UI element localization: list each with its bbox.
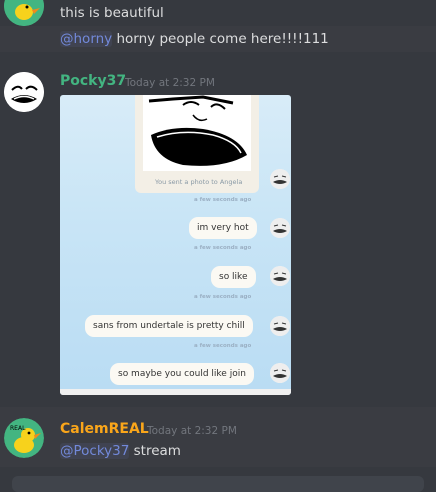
chat-bubble: sans from undertale is pretty chill xyxy=(85,315,253,337)
rage-face-image xyxy=(143,95,251,171)
photo-preview: You sent a photo to Angela xyxy=(135,95,259,193)
message-text: this is beautiful xyxy=(60,5,164,21)
duck-avatar[interactable] xyxy=(4,0,44,26)
username[interactable]: Pocky37 xyxy=(60,73,126,89)
rage-face-drawing xyxy=(143,95,251,171)
chat-bubble: so like xyxy=(211,266,256,288)
rage-face-icon xyxy=(4,72,44,112)
embed-footer-bar xyxy=(60,389,291,395)
avatar-label: REAL xyxy=(10,425,26,432)
chat-bubble: so maybe you could like join xyxy=(110,363,254,385)
duck-icon: REAL xyxy=(4,418,44,458)
contact-avatar xyxy=(270,363,290,383)
chat-bubble: im very hot xyxy=(189,217,257,239)
rage-face-icon xyxy=(270,316,290,336)
photo-caption: You sent a photo to Angela xyxy=(155,178,243,186)
time-ago: a few seconds ago xyxy=(194,343,252,349)
timestamp: Today at 2:32 PM xyxy=(125,77,215,89)
rage-face-icon xyxy=(270,218,290,238)
message-text-body: stream xyxy=(129,443,181,459)
message-text-body: horny people come here!!!!111 xyxy=(112,31,329,47)
contact-avatar xyxy=(270,266,290,286)
message-text-mention-line: @Pocky37 stream xyxy=(60,443,181,459)
duck-avatar[interactable]: REAL xyxy=(4,418,44,458)
time-ago: a few seconds ago xyxy=(194,294,252,300)
message-input[interactable] xyxy=(12,476,424,492)
mention-link[interactable]: @horny xyxy=(60,31,113,47)
contact-avatar xyxy=(270,169,290,189)
rage-face-icon xyxy=(270,363,290,383)
contact-avatar xyxy=(270,316,290,336)
avatar[interactable] xyxy=(4,72,44,112)
time-ago: a few seconds ago xyxy=(194,245,252,251)
rage-face-icon xyxy=(270,266,290,286)
username[interactable]: CalemREAL xyxy=(60,421,149,437)
message-text-mention-line: @horny horny people come here!!!!111 xyxy=(60,31,329,47)
timestamp: Today at 2:32 PM xyxy=(147,425,237,437)
mention-link[interactable]: @Pocky37 xyxy=(60,443,130,459)
time-ago: a few seconds ago xyxy=(194,197,252,203)
duck-icon xyxy=(4,0,44,26)
rage-face-icon xyxy=(270,169,290,189)
contact-avatar xyxy=(270,218,290,238)
embedded-image[interactable]: You sent a photo to Angela a few seconds… xyxy=(60,95,291,395)
